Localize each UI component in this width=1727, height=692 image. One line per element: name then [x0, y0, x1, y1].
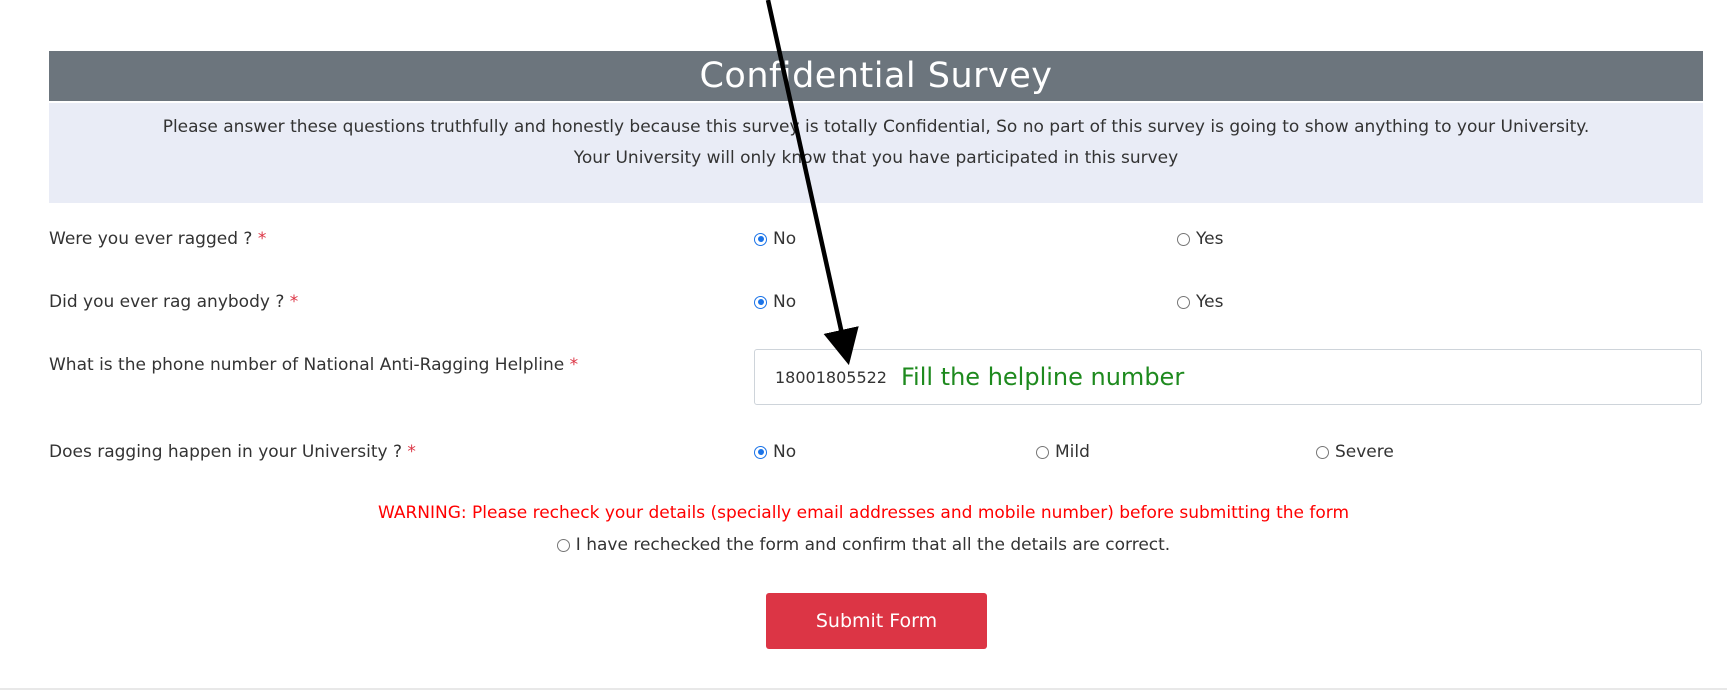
- helpline-number-value: 18001805522: [775, 367, 887, 387]
- intro-box: Please answer these questions truthfully…: [49, 103, 1703, 203]
- radio-unchecked-icon[interactable]: [1316, 445, 1329, 459]
- helpline-number-input[interactable]: 18001805522 Fill the helpline number: [754, 349, 1702, 405]
- required-mark: *: [569, 355, 579, 375]
- question-rag-anybody: Did you ever rag anybody ? * No Yes: [0, 292, 1727, 332]
- radio-checked-icon[interactable]: [754, 232, 767, 246]
- question-label: Did you ever rag anybody ? *: [49, 292, 299, 312]
- radio-rag-anybody-yes[interactable]: Yes: [1177, 292, 1223, 312]
- intro-line-1: Please answer these questions truthfully…: [162, 117, 1590, 137]
- radio-unchecked-icon[interactable]: [556, 538, 570, 552]
- radio-ragged-yes[interactable]: Yes: [1177, 229, 1223, 249]
- radio-happen-severe[interactable]: Severe: [1316, 442, 1394, 462]
- intro-line-2: Your University will only know that you …: [573, 148, 1179, 168]
- annotation-text: Fill the helpline number: [900, 363, 1185, 391]
- radio-rag-anybody-no[interactable]: No: [754, 292, 796, 312]
- radio-checked-icon[interactable]: [754, 445, 767, 459]
- confirm-checkbox[interactable]: I have rechecked the form and confirm th…: [0, 535, 1727, 555]
- radio-unchecked-icon[interactable]: [1177, 232, 1190, 246]
- question-label: Were you ever ragged ? *: [49, 229, 267, 249]
- question-ragging-happen: Does ragging happen in your University ?…: [0, 442, 1727, 482]
- bottom-divider: [0, 688, 1727, 690]
- required-mark: *: [289, 292, 299, 312]
- radio-happen-no[interactable]: No: [754, 442, 796, 462]
- question-label: Does ragging happen in your University ?…: [49, 442, 416, 462]
- radio-unchecked-icon[interactable]: [1177, 295, 1190, 309]
- radio-happen-mild[interactable]: Mild: [1036, 442, 1090, 462]
- required-mark: *: [407, 442, 416, 462]
- submit-form-button[interactable]: Submit Form: [766, 593, 987, 649]
- required-mark: *: [257, 229, 267, 249]
- question-ragged: Were you ever ragged ? * No Yes: [0, 229, 1727, 269]
- radio-ragged-no[interactable]: No: [754, 229, 796, 249]
- radio-unchecked-icon[interactable]: [1036, 445, 1049, 459]
- question-helpline-label: What is the phone number of National Ant…: [49, 355, 579, 375]
- radio-checked-icon[interactable]: [754, 295, 767, 309]
- survey-title: Confidential Survey: [49, 51, 1703, 101]
- warning-text: WARNING: Please recheck your details (sp…: [377, 503, 1350, 523]
